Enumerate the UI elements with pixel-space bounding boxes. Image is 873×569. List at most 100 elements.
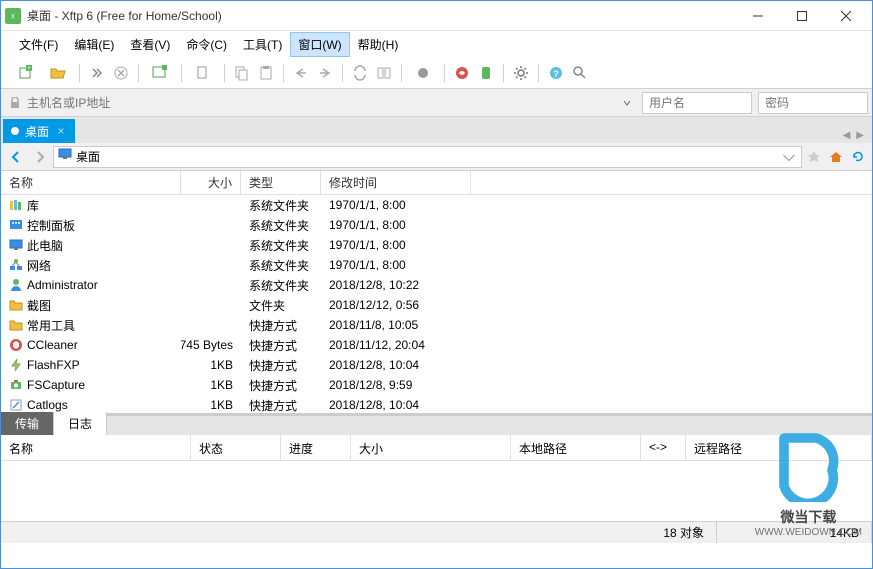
nav-forward-button[interactable] (29, 146, 51, 168)
file-row[interactable]: 控制面板系统文件夹1970/1/1, 8:00 (1, 215, 872, 235)
transfer-right-button[interactable] (314, 62, 336, 84)
green-marker-icon[interactable] (475, 62, 497, 84)
separator (538, 64, 539, 82)
file-date: 1970/1/1, 8:00 (321, 258, 471, 272)
file-row[interactable]: 此电脑系统文件夹1970/1/1, 8:00 (1, 235, 872, 255)
col-type[interactable]: 类型 (241, 171, 321, 194)
tab-log[interactable]: 日志 (54, 412, 107, 435)
session-tab-desktop[interactable]: 桌面 × (3, 119, 75, 143)
tab-transfer[interactable]: 传输 (1, 412, 54, 435)
file-list-header: 名称 大小 类型 修改时间 (1, 171, 872, 195)
address-bar (1, 89, 872, 117)
menu-file[interactable]: 文件(F) (11, 32, 66, 57)
network-icon (9, 258, 23, 272)
tcol-name[interactable]: 名称 (1, 435, 191, 460)
tabs-next-button[interactable]: ▶ (854, 128, 866, 143)
open-session-button[interactable] (43, 62, 73, 84)
copy-button[interactable] (231, 62, 253, 84)
path-input-wrap: ⌵ (53, 146, 802, 168)
app-icon: X (5, 8, 21, 24)
minimize-button[interactable] (736, 1, 780, 31)
file-row[interactable]: Administrator系统文件夹2018/12/8, 10:22 (1, 275, 872, 295)
file-row[interactable]: 网络系统文件夹1970/1/1, 8:00 (1, 255, 872, 275)
file-name: 此电脑 (27, 237, 63, 254)
computer-icon (9, 238, 23, 252)
stop-button[interactable] (408, 62, 438, 84)
nav-back-button[interactable] (5, 146, 27, 168)
new-terminal-button[interactable] (145, 62, 175, 84)
search-button[interactable] (569, 62, 591, 84)
control-icon (9, 218, 23, 232)
maximize-button[interactable] (780, 1, 824, 31)
status-objects: 18 对象 (562, 522, 717, 543)
home-button[interactable] (826, 147, 846, 167)
separator (342, 64, 343, 82)
separator (181, 64, 182, 82)
close-button[interactable] (824, 1, 868, 31)
help-button[interactable]: ? (545, 62, 567, 84)
path-input[interactable] (76, 150, 777, 164)
file-type: 系统文件夹 (241, 257, 321, 274)
bottom-tabs: 传输 日志 (1, 413, 872, 435)
file-date: 2018/11/12, 20:04 (321, 338, 471, 352)
tcol-size[interactable]: 大小 (351, 435, 511, 460)
paste-button[interactable] (255, 62, 277, 84)
tcol-progress[interactable]: 进度 (281, 435, 351, 460)
col-date[interactable]: 修改时间 (321, 171, 471, 194)
path-dropdown-button[interactable]: ⌵ (781, 148, 797, 166)
compare-button[interactable] (373, 62, 395, 84)
file-row[interactable]: FSCapture1KB快捷方式2018/12/8, 9:59 (1, 375, 872, 395)
shortcut-icon (9, 398, 23, 412)
file-date: 2018/11/8, 10:05 (321, 318, 471, 332)
folder-icon (9, 318, 23, 332)
swirl-icon[interactable] (451, 62, 473, 84)
path-bar: ⌵ (1, 143, 872, 171)
svg-text:+: + (27, 66, 31, 72)
file-list: 名称 大小 类型 修改时间 库系统文件夹1970/1/1, 8:00控制面板系统… (1, 171, 872, 413)
file-row[interactable]: Catlogs1KB快捷方式2018/12/8, 10:04 (1, 395, 872, 413)
reconnect-button[interactable] (86, 62, 108, 84)
file-row[interactable]: 库系统文件夹1970/1/1, 8:00 (1, 195, 872, 215)
menu-command[interactable]: 命令(C) (178, 32, 235, 57)
col-size[interactable]: 大小 (181, 171, 241, 194)
file-rows: 库系统文件夹1970/1/1, 8:00控制面板系统文件夹1970/1/1, 8… (1, 195, 872, 413)
transfer-left-button[interactable] (290, 62, 312, 84)
separator (79, 64, 80, 82)
tcol-arrow[interactable]: <-> (641, 435, 686, 460)
tcol-remote[interactable]: 远程路径 (686, 435, 872, 460)
disconnect-button[interactable] (110, 62, 132, 84)
file-row[interactable]: FlashFXP1KB快捷方式2018/12/8, 10:04 (1, 355, 872, 375)
file-row[interactable]: 截图文件夹2018/12/12, 0:56 (1, 295, 872, 315)
menu-tool[interactable]: 工具(T) (235, 32, 290, 57)
bookmark-button[interactable] (804, 147, 824, 167)
password-input[interactable] (758, 92, 868, 114)
file-row[interactable]: CCleaner745 Bytes快捷方式2018/11/12, 20:04 (1, 335, 872, 355)
file-type: 快捷方式 (241, 317, 321, 334)
col-name[interactable]: 名称 (1, 171, 181, 194)
menu-help[interactable]: 帮助(H) (350, 32, 407, 57)
tcol-status[interactable]: 状态 (191, 435, 281, 460)
file-name: CCleaner (27, 338, 78, 352)
lock-icon (9, 96, 21, 114)
settings-button[interactable] (510, 62, 532, 84)
new-file-button[interactable] (188, 62, 218, 84)
refresh-button[interactable] (848, 147, 868, 167)
file-date: 2018/12/8, 10:04 (321, 398, 471, 412)
new-session-button[interactable]: + (11, 62, 41, 84)
session-tab-close[interactable]: × (55, 125, 67, 137)
separator (503, 64, 504, 82)
menu-edit[interactable]: 编辑(E) (66, 32, 122, 57)
username-input[interactable] (642, 92, 752, 114)
file-date: 2018/12/8, 9:59 (321, 378, 471, 392)
host-input[interactable] (5, 92, 618, 114)
host-dropdown-button[interactable] (618, 92, 636, 114)
toolbar: + ? (1, 57, 872, 89)
tabs-prev-button[interactable]: ◀ (841, 128, 853, 143)
menu-view[interactable]: 查看(V) (122, 32, 178, 57)
tcol-local[interactable]: 本地路径 (511, 435, 641, 460)
file-row[interactable]: 常用工具快捷方式2018/11/8, 10:05 (1, 315, 872, 335)
sync-button[interactable] (349, 62, 371, 84)
menu-window[interactable]: 窗口(W) (290, 32, 349, 57)
file-type: 快捷方式 (241, 357, 321, 374)
file-type: 系统文件夹 (241, 277, 321, 294)
